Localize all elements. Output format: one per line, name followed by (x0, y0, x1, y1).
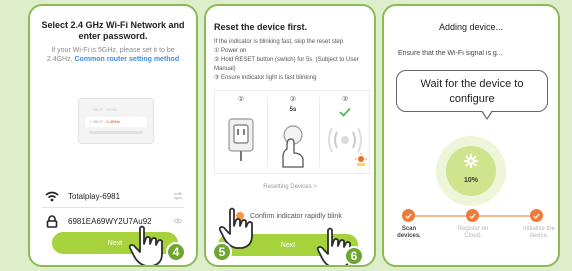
step-label: Initialize the device. (523, 226, 555, 239)
resetting-devices-link[interactable]: Resetting Devices > (206, 184, 374, 190)
eye-icon[interactable] (172, 216, 184, 226)
callout-bubble: Wait for the device to configure (396, 70, 548, 112)
diagram-step-number: ③ (341, 96, 349, 103)
adding-device-subtitle: Ensure that the Wi-Fi signal is g... (398, 50, 503, 57)
illustration-wifi-row-selected: ✓ Wi-Fi - 2.4GHz (85, 117, 147, 127)
step-dot-scan (402, 209, 415, 222)
step-dot-initialize (530, 209, 543, 222)
finger-press-icon (282, 125, 304, 168)
step-number-badge: 5 (212, 242, 232, 262)
reset-device-screen: Reset the device first. If the indicator… (204, 4, 376, 267)
adding-device-screen: Adding device... Ensure that the Wi-Fi s… (382, 4, 560, 267)
reset-title: Reset the device first. (214, 22, 308, 32)
step-label: Scan devices. (397, 226, 421, 239)
check-icon (339, 107, 351, 117)
step-number-badge: 6 (344, 246, 364, 265)
instruction-line: ③ Ensure indicator light is fast blinkin… (214, 75, 317, 81)
reset-diagram: ① ② 5s ③ (214, 90, 370, 174)
step-number-badge: 4 (166, 242, 186, 262)
gear-icon (464, 154, 478, 168)
instruction-line: ② Hold RESET button (switch) for 5s. (Su… (214, 57, 359, 72)
hand-pointer-icon (128, 225, 163, 265)
illustration-wifi-row (89, 131, 143, 134)
check-icon (469, 213, 476, 219)
illustration-wifi-row: ◦ Wi-Fi · 5GHz (91, 107, 117, 112)
step-label: Register on Cloud. (457, 226, 489, 239)
diagram-step-power: ① (215, 91, 267, 173)
confirm-label: Confirm indicator rapidly blink (250, 212, 342, 220)
indicator-light-icon (355, 153, 367, 166)
check-icon (405, 213, 412, 219)
lock-icon (44, 214, 60, 228)
wifi-network-field[interactable]: Totalplay-6981 (44, 187, 184, 205)
wifi-title: Select 2.4 GHz Wi-Fi Network and enter p… (41, 20, 185, 41)
callout-tail (482, 110, 492, 118)
diagram-step-blinking: ③ (319, 91, 371, 173)
reset-instructions: If the indicator is blinking fast, skip … (214, 38, 368, 83)
wifi-network-name: Totalplay-6981 (68, 191, 121, 201)
divider (42, 207, 184, 208)
wifi-illustration: ◦ Wi-Fi · 5GHz ✓ Wi-Fi - 2.4GHz (78, 98, 154, 144)
check-icon (533, 213, 540, 219)
wifi-icon (44, 189, 60, 203)
adding-device-title: Adding device... (438, 22, 504, 32)
wifi-setup-screen: Select 2.4 GHz Wi-Fi Network and enter p… (28, 4, 198, 267)
hold-seconds-label: 5s (289, 107, 297, 113)
router-setting-link[interactable]: Common router setting method (75, 56, 180, 63)
step-dot-register (466, 209, 479, 222)
power-plug-icon (228, 118, 254, 161)
blinking-signal-icon (328, 127, 362, 153)
instruction-line: If the indicator is blinking fast, skip … (214, 39, 344, 45)
switch-network-icon[interactable] (172, 191, 184, 201)
instruction-line: ① Power on (214, 48, 247, 54)
progress-percent: 10% (463, 177, 478, 184)
diagram-step-number: ② (289, 96, 297, 103)
diagram-step-number: ① (237, 96, 245, 103)
diagram-step-hold-reset: ② 5s (267, 91, 319, 173)
wifi-subtitle: If your Wi-Fi is 5GHz, please set it to … (38, 46, 188, 64)
